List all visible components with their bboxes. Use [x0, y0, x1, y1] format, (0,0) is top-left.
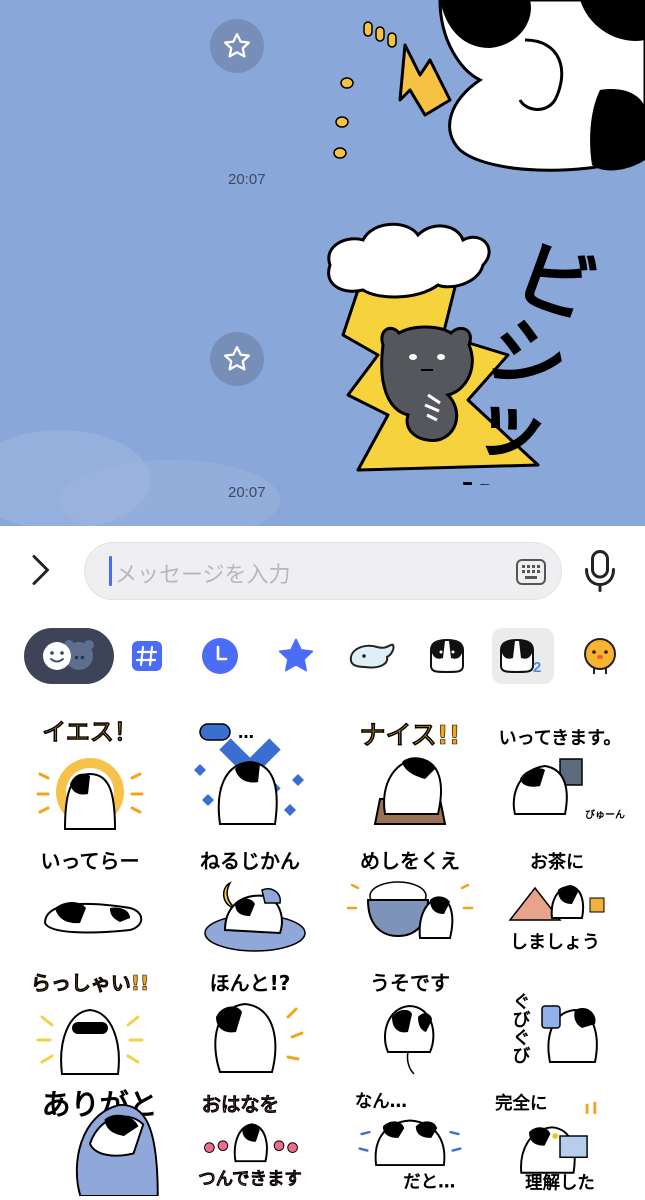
sticker-ittekimasu[interactable]: いってきます。 びゅーん: [490, 714, 630, 834]
tab-recent[interactable]: [196, 628, 244, 684]
favorite-star-button[interactable]: [210, 332, 264, 386]
sticker-usodesu[interactable]: うそです: [340, 962, 480, 1082]
star-filled-icon: [278, 638, 314, 672]
svg-text:しましょう: しましょう: [510, 932, 600, 953]
cow-sitting-sticker[interactable]: [330, 0, 645, 180]
chick-sticker-icon: [584, 638, 616, 674]
svg-text:おはなを: おはなを: [202, 1093, 279, 1116]
sticker-meshiwokue[interactable]: めしをくえ: [340, 838, 480, 958]
keyboard-icon[interactable]: [515, 556, 547, 588]
bear-lightning-sticker[interactable]: ビシッッッ: [318, 215, 618, 485]
svg-text:だと…: だと…: [403, 1172, 455, 1192]
hashtag-icon: [132, 641, 162, 671]
message-timestamp: 20:07: [228, 484, 266, 501]
svg-text:理解した: 理解した: [525, 1172, 595, 1193]
message-input[interactable]: メッセージを入力: [84, 542, 562, 600]
favorite-star-button[interactable]: [210, 19, 264, 73]
sticker-honto[interactable]: ほんと!?: [180, 962, 320, 1082]
sticker-nerujikan[interactable]: ねるじかん: [180, 838, 320, 958]
cow-face-2-icon: 2: [500, 638, 541, 674]
sticker-nice[interactable]: ナイス!!: [340, 714, 480, 834]
sticker-ocha[interactable]: お茶に しましょう: [490, 838, 630, 958]
svg-text:びゅーん: びゅーん: [585, 808, 625, 821]
svg-text:いってきます。: いってきます。: [499, 728, 622, 749]
sticker-yes[interactable]: イエス！: [20, 714, 160, 834]
svg-text:完全に: 完全に: [495, 1093, 547, 1114]
tab-sticker-pack-whale[interactable]: [345, 628, 399, 684]
microphone-icon[interactable]: [582, 550, 618, 592]
sticker-kanzen-rikai[interactable]: 完全に 理解した: [490, 1076, 630, 1196]
sticker-gubigubi[interactable]: ぐびぐび: [490, 962, 630, 1082]
sticker-rasshai[interactable]: らっしゃい!!: [20, 962, 160, 1082]
svg-text:ぐびぐび: ぐびぐび: [510, 992, 531, 1064]
svg-text:…: …: [238, 723, 254, 742]
svg-text:イエス！: イエス！: [42, 718, 138, 746]
svg-text:ナイス!!: ナイス!!: [360, 721, 461, 751]
tab-sticker-pack-cow[interactable]: [420, 628, 474, 684]
svg-text:つんできます: つんできます: [198, 1169, 302, 1189]
pack-number-badge: 2: [533, 659, 541, 674]
sticker-cow-blue[interactable]: …: [180, 714, 320, 834]
cow-face-icon: [430, 638, 464, 673]
sticker-arigatou[interactable]: ありがとう: [20, 1076, 187, 1197]
svg-text:うそです: うそです: [370, 971, 450, 995]
tab-sticker-pack-chick[interactable]: [574, 628, 626, 684]
sticker-itterā[interactable]: いってらー: [20, 838, 160, 958]
svg-text:らっしゃい!!: らっしゃい!!: [31, 971, 149, 995]
svg-text:めしをくえ: めしをくえ: [360, 849, 460, 873]
whale-sticker-icon: [349, 643, 395, 669]
svg-text:ほんと!?: ほんと!?: [210, 971, 291, 995]
svg-text:お茶に: お茶に: [530, 851, 584, 873]
tab-hashtag[interactable]: [125, 628, 169, 684]
star-outline-icon: [224, 33, 250, 58]
svg-text:いってらー: いってらー: [41, 849, 140, 873]
svg-text:なん…: なん…: [355, 1092, 407, 1112]
tab-favorites[interactable]: [272, 628, 320, 684]
tab-emoji[interactable]: [24, 628, 114, 684]
background-clouds: [0, 430, 280, 526]
tab-sticker-pack-cow-2[interactable]: 2: [492, 628, 554, 684]
star-outline-icon: [224, 346, 250, 371]
message-input-placeholder: メッセージを入力: [115, 563, 291, 588]
clock-icon: [202, 638, 238, 674]
sticker-ohana[interactable]: おはなを つんできます: [180, 1076, 320, 1196]
emoji-icon: [43, 640, 94, 670]
chevron-right-icon[interactable]: [22, 552, 58, 588]
chat-area: 20:07 20:07 ビシッッッ: [0, 0, 645, 526]
svg-text:ねるじかん: ねるじかん: [200, 849, 300, 873]
text-caret: [109, 556, 112, 586]
sticker-nandato[interactable]: なん… だと…: [340, 1076, 480, 1196]
message-timestamp: 20:07: [228, 171, 266, 188]
